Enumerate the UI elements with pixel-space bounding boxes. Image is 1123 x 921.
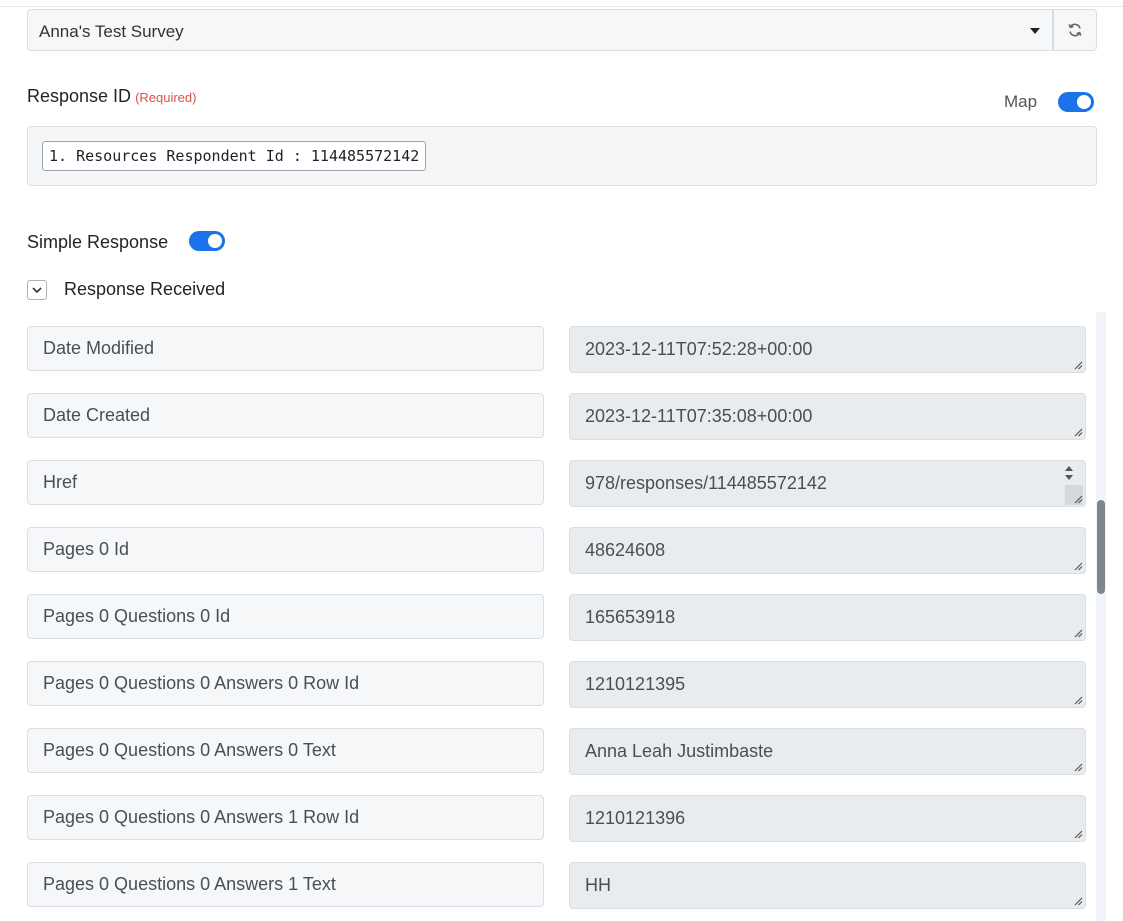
field-value-pages-0-questions-0-id[interactable]: 165653918 <box>569 594 1086 641</box>
survey-select[interactable]: Anna's Test Survey <box>27 9 1053 51</box>
resize-handle-icon[interactable] <box>1073 829 1083 839</box>
field-value-date-created[interactable]: 2023-12-11T07:35:08+00:00 <box>569 393 1086 440</box>
field-value-text: 1210121396 <box>585 808 686 828</box>
survey-select-value: Anna's Test Survey <box>39 22 184 41</box>
field-value-pages-0-id[interactable]: 48624608 <box>569 527 1086 574</box>
respondent-id-chip[interactable]: 1. Resources Respondent Id : 11448557214… <box>42 141 427 171</box>
response-received-label: Response Received <box>64 279 226 299</box>
field-key-pages-0-questions-0-id: Pages 0 Questions 0 Id <box>27 594 544 639</box>
chevron-down-icon <box>32 287 42 294</box>
refresh-icon <box>1068 23 1082 37</box>
field-value-text: 48624608 <box>585 540 666 560</box>
panel-scrollbar-track[interactable] <box>1096 312 1106 921</box>
resize-handle-icon[interactable] <box>1073 494 1083 504</box>
field-value-href[interactable]: 978/responses/114485572142 <box>569 460 1086 507</box>
field-value-answers-0-row-id[interactable]: 1210121395 <box>569 661 1086 708</box>
scroll-up-icon[interactable] <box>1065 466 1073 471</box>
field-key-href: Href <box>27 460 544 505</box>
field-key-answers-1-row-id: Pages 0 Questions 0 Answers 1 Row Id <box>27 795 544 840</box>
field-key-answers-0-text: Pages 0 Questions 0 Answers 0 Text <box>27 728 544 773</box>
field-key-pages-0-id: Pages 0 Id <box>27 527 544 572</box>
field-value-answers-1-row-id[interactable]: 1210121396 <box>569 795 1086 842</box>
map-toggle[interactable] <box>1058 92 1094 112</box>
field-value-text: 2023-12-11T07:52:28+00:00 <box>585 339 813 359</box>
required-tag: (Required) <box>135 90 197 105</box>
field-value-answers-1-text[interactable]: HH <box>569 862 1086 909</box>
resize-handle-icon[interactable] <box>1073 695 1083 705</box>
refresh-button[interactable] <box>1053 9 1097 51</box>
panel-scrollbar-thumb[interactable] <box>1097 500 1105 594</box>
resize-handle-icon[interactable] <box>1073 762 1083 772</box>
map-label: Map <box>1004 92 1038 111</box>
field-value-text: 1210121395 <box>585 674 686 694</box>
field-value-text: 165653918 <box>585 607 676 627</box>
collapse-button[interactable] <box>27 280 47 300</box>
field-key-answers-1-text: Pages 0 Questions 0 Answers 1 Text <box>27 862 544 907</box>
response-id-label: Response ID (Required) <box>27 86 196 107</box>
resize-handle-icon[interactable] <box>1073 427 1083 437</box>
chevron-down-icon <box>1030 28 1040 34</box>
field-key-date-created: Date Created <box>27 393 544 438</box>
resize-handle-icon[interactable] <box>1073 360 1083 370</box>
resize-handle-icon[interactable] <box>1073 628 1083 638</box>
field-key-answers-0-row-id: Pages 0 Questions 0 Answers 0 Row Id <box>27 661 544 706</box>
field-value-text: HH <box>585 875 611 895</box>
toggle-knob <box>208 234 222 248</box>
resize-handle-icon[interactable] <box>1073 896 1083 906</box>
field-value-date-modified[interactable]: 2023-12-11T07:52:28+00:00 <box>569 326 1086 373</box>
resize-handle-icon[interactable] <box>1073 561 1083 571</box>
response-id-label-text: Response ID <box>27 86 132 106</box>
scroll-down-icon[interactable] <box>1065 475 1073 480</box>
toggle-knob <box>1077 95 1091 109</box>
field-value-text: Anna Leah Justimbaste <box>585 741 774 761</box>
simple-response-toggle[interactable] <box>189 231 225 251</box>
field-value-answers-0-text[interactable]: Anna Leah Justimbaste <box>569 728 1086 775</box>
field-value-text: 2023-12-11T07:35:08+00:00 <box>585 406 813 426</box>
simple-response-label: Simple Response <box>27 232 169 252</box>
top-divider <box>0 6 1123 7</box>
response-id-field[interactable]: 1. Resources Respondent Id : 11448557214… <box>27 126 1097 186</box>
field-key-date-modified: Date Modified <box>27 326 544 371</box>
field-value-text: 978/responses/114485572142 <box>585 473 827 493</box>
